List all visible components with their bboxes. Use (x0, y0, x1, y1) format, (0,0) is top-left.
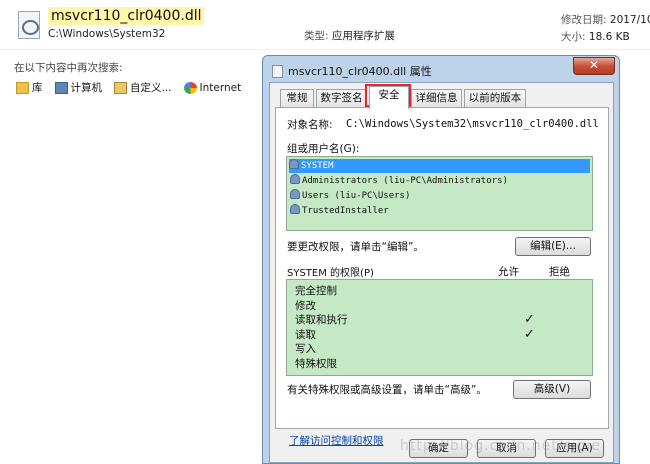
search-location-library[interactable]: 库 (16, 80, 43, 95)
permission-name: 读取 (295, 328, 316, 341)
search-location-label: 计算机 (70, 82, 103, 94)
search-location-custom[interactable]: 自定义... (114, 80, 172, 95)
permission-name: 修改 (295, 299, 316, 312)
advanced-button[interactable]: 高级(V) (513, 380, 591, 399)
file-path: C:\Windows\System32 (48, 28, 166, 40)
file-name[interactable]: msvcr110_clr0400.dll (48, 7, 205, 25)
file-type-label: 类型: (304, 30, 329, 42)
tab-details[interactable]: 详细信息 (411, 89, 462, 108)
user-list-item[interactable]: Users (liu-PC\Users) (290, 189, 410, 203)
object-name-value: C:\Windows\System32\msvcr110_clr0400.dll (346, 118, 599, 130)
user-name: SYSTEM (301, 161, 334, 171)
advanced-hint: 有关特殊权限或高级设置，请单击“高级”。 (287, 384, 487, 396)
search-again-label: 在以下内容中再次搜索: (14, 62, 123, 74)
search-location-computer[interactable]: 计算机 (54, 80, 103, 95)
edit-hint: 要更改权限，请单击“编辑”。 (287, 241, 424, 253)
search-location-label: 库 (32, 82, 43, 94)
security-tab-panel: 对象名称: C:\Windows\System32\msvcr110_clr04… (275, 107, 609, 429)
search-result-row[interactable]: msvcr110_clr0400.dll C:\Windows\System32… (0, 0, 650, 50)
dialog-title: msvcr110_clr0400.dll 属性 (288, 65, 432, 78)
file-date-value: 2017/10/ (609, 14, 650, 26)
dialog-client-area: 常规 数字签名 安全 详细信息 以前的版本 对象名称: C:\Windows\S… (269, 82, 614, 463)
tab-general[interactable]: 常规 (280, 89, 314, 108)
search-location-label: Internet (199, 81, 242, 94)
user-name: Administrators (liu-PC\Administrators) (302, 176, 508, 186)
dialog-file-icon (272, 65, 283, 78)
user-group-icon (290, 174, 300, 184)
object-name-label: 对象名称: (287, 119, 333, 131)
deny-column-header: 拒绝 (549, 266, 570, 278)
tab-digital-signatures[interactable]: 数字签名 (316, 89, 367, 108)
file-size: 大小: 18.6 KB (561, 29, 630, 44)
folder-icon (114, 81, 127, 94)
file-date-label: 修改日期: (561, 14, 607, 26)
permission-name: 完全控制 (295, 285, 337, 297)
internet-icon (183, 81, 197, 94)
library-icon (16, 81, 29, 94)
user-group-icon (290, 204, 300, 214)
search-location-internet[interactable]: Internet (183, 80, 242, 95)
users-listbox[interactable]: SYSTEM Administrators (liu-PC\Administra… (286, 156, 593, 231)
user-list-item[interactable]: Administrators (liu-PC\Administrators) (290, 174, 508, 188)
permissions-header: SYSTEM 的权限(P) (287, 268, 374, 279)
file-size-label: 大小: (561, 31, 586, 43)
permission-name: 写入 (295, 343, 316, 355)
tab-security[interactable]: 安全 (369, 86, 409, 109)
file-date: 修改日期: 2017/10/ (561, 12, 650, 27)
permission-name: 读取和执行 (295, 314, 348, 326)
allow-check-icon: ✓ (524, 326, 535, 342)
groups-users-label: 组或用户名(G): (287, 143, 360, 155)
tab-previous-versions[interactable]: 以前的版本 (464, 89, 526, 108)
close-button[interactable]: ✕ (573, 57, 615, 75)
user-group-icon (290, 189, 300, 199)
user-name: Users (liu-PC\Users) (302, 191, 411, 201)
file-type-value: 应用程序扩展 (331, 30, 395, 42)
file-type: 类型: 应用程序扩展 (304, 28, 395, 43)
edit-button[interactable]: 编辑(E)... (515, 237, 591, 256)
user-name: TrustedInstaller (302, 206, 389, 216)
permissions-list[interactable]: 完全控制修改读取和执行 ✓ 读取 ✓ 写入特殊权限 (286, 279, 593, 376)
search-location-label: 自定义... (130, 82, 172, 94)
file-size-value: 18.6 KB (588, 31, 630, 43)
computer-icon (54, 81, 68, 94)
search-locations: 库 计算机 自定义... Internet (16, 80, 241, 95)
user-group-icon (289, 159, 299, 169)
user-list-item[interactable]: TrustedInstaller (290, 204, 389, 218)
dll-file-icon (18, 11, 40, 39)
user-list-item[interactable]: SYSTEM (289, 159, 590, 173)
permission-name: 特殊权限 (295, 357, 337, 370)
watermark: http://blog.csdn.net/sigie (400, 438, 602, 454)
allow-column-header: 允许 (498, 266, 519, 278)
access-control-help-link[interactable]: 了解访问控制和权限 (289, 433, 384, 448)
properties-dialog: msvcr110_clr0400.dll 属性 ✕ 常规 数字签名 安全 详细信… (262, 55, 620, 464)
allow-check-icon: ✓ (524, 312, 535, 327)
